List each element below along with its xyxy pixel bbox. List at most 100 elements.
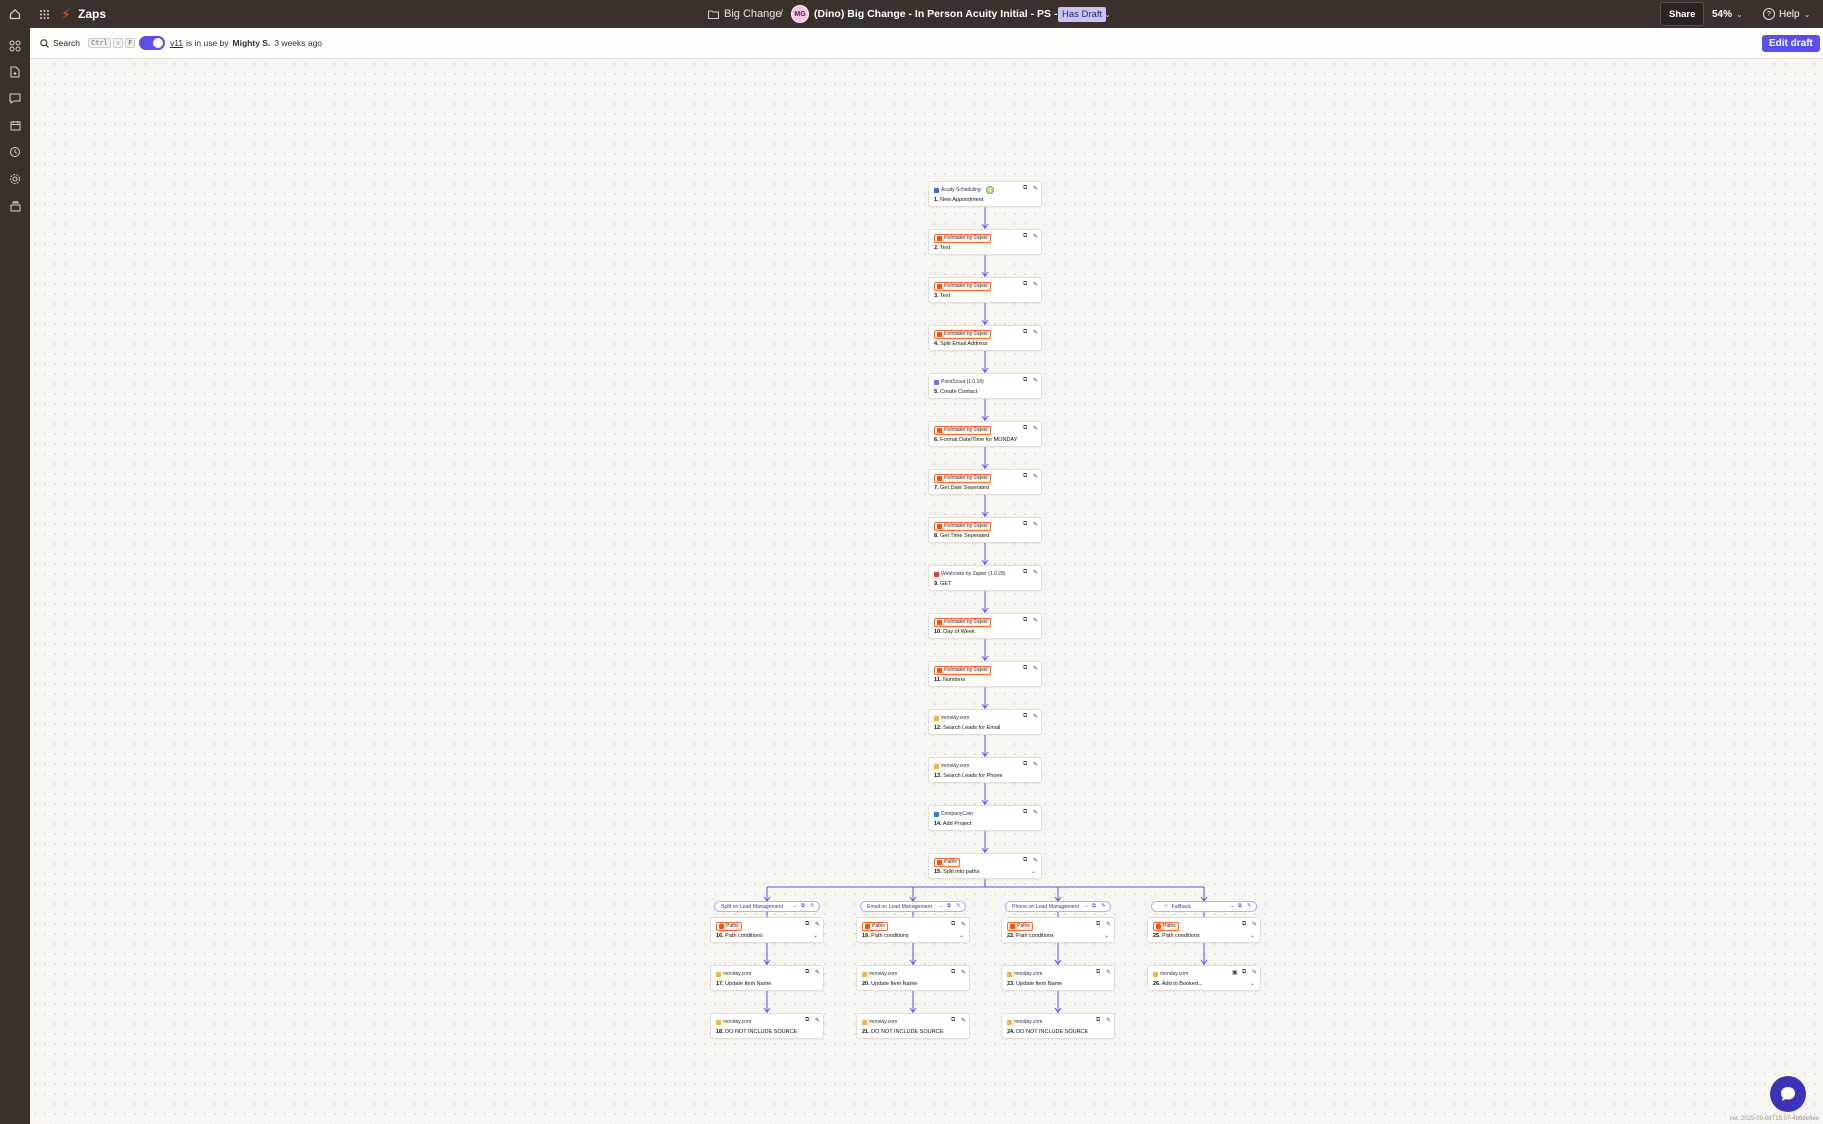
edit-pencil-icon[interactable]: ✎ — [1106, 969, 1111, 976]
zap-on-toggle[interactable] — [139, 28, 165, 58]
chevron-down-icon[interactable]: ⌄ — [1250, 932, 1255, 939]
copy-icon[interactable]: ⧉ — [1023, 281, 1027, 288]
edit-pencil-icon[interactable]: ✎ — [1033, 809, 1038, 816]
step-card[interactable]: Formatter by Zapier 3. Text ⧉ ✎ — [928, 277, 1042, 303]
edit-pencil-icon[interactable]: ✎ — [815, 1017, 820, 1024]
edit-pencil-icon[interactable]: ✎ — [1033, 473, 1038, 480]
step-card[interactable]: monday.com 13. Search Leads for Phone ⧉ ✎ — [928, 757, 1042, 783]
copy-icon[interactable]: ⧉ — [1023, 857, 1027, 864]
chevron-down-icon[interactable]: ⌄ — [1104, 932, 1109, 939]
step-card[interactable]: Formatter by Zapier 4. Split Email Addres… — [928, 325, 1042, 351]
step-card[interactable]: monday.com 17. Update Item Name ⧉ ✎ — [710, 965, 824, 991]
copy-icon[interactable]: ⧉ — [1023, 761, 1027, 768]
edit-pencil-icon[interactable]: ✎ — [1033, 281, 1038, 288]
step-card[interactable]: Formatter by Zapier 8. Get Time Seperated… — [928, 517, 1042, 543]
step-card[interactable]: Formatter by Zapier 6. Format Date/Time f… — [928, 421, 1042, 447]
copy-icon[interactable]: ⧉ — [1238, 903, 1242, 910]
edit-pencil-icon[interactable]: ✎ — [961, 969, 966, 976]
chevron-down-icon[interactable]: ⌄ — [1230, 903, 1235, 909]
notes-icon[interactable]: ▣ — [1232, 969, 1238, 976]
copy-icon[interactable]: ⧉ — [805, 969, 809, 976]
copy-icon[interactable]: ⧉ — [1023, 329, 1027, 336]
copy-icon[interactable]: ⧉ — [951, 1017, 955, 1024]
share-button[interactable]: Share — [1660, 0, 1705, 28]
copy-icon[interactable]: ⧉ — [1023, 473, 1027, 480]
archive-icon[interactable] — [7, 198, 23, 214]
edit-pencil-icon[interactable]: ✎ — [1106, 921, 1111, 928]
path-branch-header[interactable]: Email on Lead Management ⌄ ⧉ ✎ — [860, 901, 966, 912]
copy-icon[interactable]: ⧉ — [801, 903, 805, 910]
zoom-control[interactable]: 54% ⌄ — [1712, 0, 1743, 28]
edit-pencil-icon[interactable]: ✎ — [961, 921, 966, 928]
copy-icon[interactable]: ⧉ — [1023, 569, 1027, 576]
chat-support-button[interactable] — [1770, 1076, 1806, 1112]
edit-pencil-icon[interactable]: ✎ — [1033, 617, 1038, 624]
home-icon[interactable] — [9, 0, 21, 28]
apps-icon[interactable] — [7, 38, 23, 54]
step-card[interactable]: Paths 19. Path conditions ⧉ ✎ ⌄ — [856, 917, 970, 943]
version-link[interactable]: v11 — [166, 28, 183, 58]
copy-icon[interactable]: ⧉ — [1023, 233, 1027, 240]
edit-pencil-icon[interactable]: ✎ — [956, 903, 961, 909]
copy-icon[interactable]: ⧉ — [1242, 969, 1246, 976]
step-card[interactable]: Paths 15. Split into paths ⧉ ✎ ⌄ — [928, 853, 1042, 879]
step-card[interactable]: Paths 22. Path conditions ⧉ ✎ ⌄ — [1001, 917, 1115, 943]
copy-icon[interactable]: ⧉ — [1092, 903, 1096, 910]
search-button[interactable]: Search — [40, 28, 80, 58]
comment-icon[interactable] — [7, 90, 23, 106]
step-card[interactable]: monday.com 21. DO NOT INCLUDE SOURCE ⧉ ✎ — [856, 1013, 970, 1039]
copy-icon[interactable]: ⧉ — [1023, 617, 1027, 624]
copy-icon[interactable]: ⧉ — [947, 903, 951, 910]
edit-pencil-icon[interactable]: ✎ — [1101, 903, 1106, 909]
help-menu[interactable]: ? Help ⌄ — [1763, 0, 1810, 28]
chevron-down-icon[interactable]: ⌄ — [1250, 980, 1255, 987]
step-card[interactable]: Acuity Scheduling 1. New Appointment ⧉ ✎ — [928, 181, 1042, 207]
step-card[interactable]: monday.com 18. DO NOT INCLUDE SOURCE ⧉ ✎ — [710, 1013, 824, 1039]
copy-icon[interactable]: ⧉ — [1096, 1017, 1100, 1024]
copy-icon[interactable]: ⧉ — [1023, 425, 1027, 432]
edit-pencil-icon[interactable]: ✎ — [961, 1017, 966, 1024]
chevron-down-icon[interactable]: ⌄ — [1031, 868, 1036, 875]
path-branch-header[interactable]: Phone on Lead Management ⌄ ⧉ ✎ — [1005, 901, 1111, 912]
step-card[interactable]: monday.com 12. Search Leads for Email ⧉ ✎ — [928, 709, 1042, 735]
edit-pencil-icon[interactable]: ✎ — [1033, 713, 1038, 720]
edit-pencil-icon[interactable]: ✎ — [815, 921, 820, 928]
edit-pencil-icon[interactable]: ✎ — [1252, 921, 1257, 928]
copy-icon[interactable]: ⧉ — [1023, 521, 1027, 528]
app-grid-icon[interactable] — [39, 0, 50, 28]
edit-pencil-icon[interactable]: ✎ — [1247, 903, 1252, 909]
step-card[interactable]: PointScout (1.0.18) 5. Create Contact ⧉ ✎ — [928, 373, 1042, 399]
edit-pencil-icon[interactable]: ✎ — [1033, 521, 1038, 528]
edit-pencil-icon[interactable]: ✎ — [815, 969, 820, 976]
chevron-down-icon[interactable]: ⌄ — [939, 903, 944, 909]
copy-icon[interactable]: ⧉ — [1096, 921, 1100, 928]
edit-pencil-icon[interactable]: ✎ — [1033, 233, 1038, 240]
edit-pencil-icon[interactable]: ✎ — [1033, 857, 1038, 864]
settings-gear-icon[interactable] — [7, 171, 23, 187]
edit-pencil-icon[interactable]: ✎ — [1033, 665, 1038, 672]
chevron-down-icon[interactable]: ⌄ — [1084, 903, 1089, 909]
chevron-down-icon[interactable]: ⌄ — [793, 903, 798, 909]
calendar-icon[interactable] — [7, 117, 23, 133]
step-card[interactable]: Paths 25. Path conditions ⧉ ✎ ⌄ — [1147, 917, 1261, 943]
edit-pencil-icon[interactable]: ✎ — [1033, 377, 1038, 384]
edit-pencil-icon[interactable]: ✎ — [1106, 1017, 1111, 1024]
step-card[interactable]: Formatter by Zapier 7. Get Date Seperated… — [928, 469, 1042, 495]
folder-breadcrumb[interactable]: Big Change — [724, 0, 782, 28]
copy-icon[interactable]: ⧉ — [1023, 185, 1027, 192]
copy-icon[interactable]: ⧉ — [1023, 713, 1027, 720]
step-card[interactable]: monday.com 26. Add to Booked... ▣ ⧉ ✎ ⌄ — [1147, 965, 1261, 991]
copy-icon[interactable]: ⧉ — [805, 1017, 809, 1024]
copy-icon[interactable]: ⧉ — [951, 969, 955, 976]
edit-pencil-icon[interactable]: ✎ — [1033, 329, 1038, 336]
step-card[interactable]: Webhooks by Zapier (1.0.28) 9. GET ⧉ ✎ — [928, 565, 1042, 591]
step-card[interactable]: Formatter by Zapier 2. Text ⧉ ✎ — [928, 229, 1042, 255]
edit-draft-button[interactable]: Edit draft — [1762, 28, 1820, 58]
copy-icon[interactable]: ⧉ — [1023, 377, 1027, 384]
step-card[interactable]: Paths 16. Path conditions ⧉ ✎ ⌄ — [710, 917, 824, 943]
step-card[interactable]: Formatter by Zapier 10. Day of Week ⧉ ✎ — [928, 613, 1042, 639]
path-branch-header[interactable]: ⑂ Fallback ⌄ ⧉ ✎ — [1151, 901, 1257, 912]
copy-icon[interactable]: ⧉ — [951, 921, 955, 928]
step-card[interactable]: Formatter by Zapier 11. Numbers ⧉ ✎ — [928, 661, 1042, 687]
edit-pencil-icon[interactable]: ✎ — [1033, 425, 1038, 432]
